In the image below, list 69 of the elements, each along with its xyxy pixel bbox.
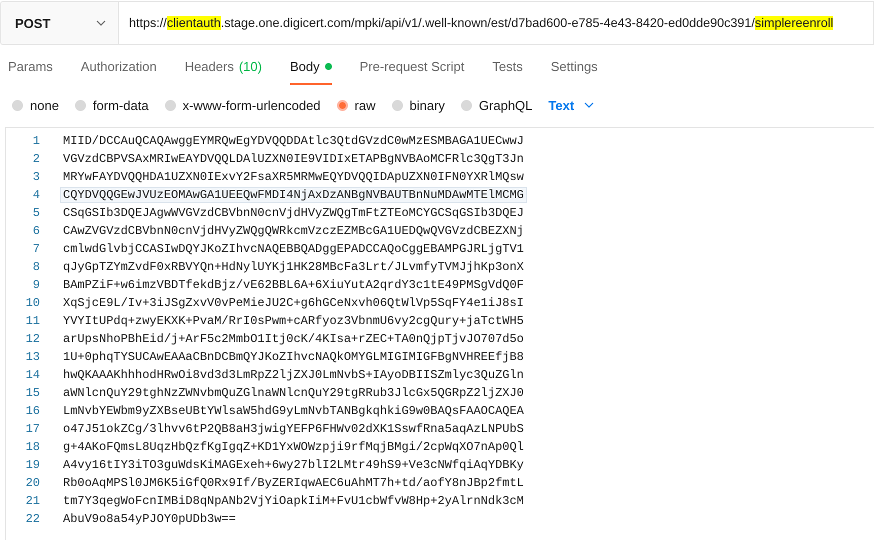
- radio-label[interactable]: none: [30, 98, 59, 112]
- line-number: 1: [32, 134, 41, 148]
- line-number: 8: [32, 260, 41, 274]
- line-number: 6: [32, 224, 41, 238]
- code-line: qJyGpTZYmZvdF0xRBVYQn+HdNylUYKj1HK28MBcFa3Lrt/JLvmfyTVMJjhKp3onX: [62, 260, 525, 274]
- code-line: YVYItUPdq+zwyEKXK+PvaM/RrI0sPwm+cARfyoz3VbnmU6vy2cgQury+jaTctWH5: [62, 314, 525, 328]
- code-line: hwQKAAAKhhhodHRwOi8vd3d3LmRpZ2ljZXJ0LmNvbS+IAyoDBIISZmlyc3QuZGln: [62, 368, 525, 382]
- line-number: 7: [32, 242, 41, 256]
- line-number: 10: [24, 296, 41, 310]
- code-line: g+4AKoFQmsL8UqzHbQzfKgIgqZ+KD1YxWOWzpji9rfMqjBMgi/2cpWqXO7nAp0Ql: [62, 440, 525, 454]
- radio-button[interactable]: [12, 100, 23, 110]
- line-number: 22: [24, 512, 41, 526]
- format-dropdown[interactable]: Text: [548, 98, 594, 112]
- radio-label[interactable]: raw: [354, 98, 376, 112]
- line-number: 9: [32, 278, 41, 292]
- line-number: 17: [24, 422, 41, 436]
- code-line: CSqGSIb3DQEJAgwWVGVzdCBVbnN0cnVjdHVyZWQgTmFtZTEoMCYGCSqGSIb3DQEJ: [62, 206, 525, 220]
- url-field[interactable]: https://clientauth.stage.one.digicert.com/mpki/api/v1/.well-known/est/d7bad600-e785-4e43-8420-ed0dde90c391/simplereenroll: [118, 1, 874, 45]
- line-number: 2: [32, 152, 41, 166]
- radio-label[interactable]: binary: [410, 98, 445, 112]
- radio-button[interactable]: [392, 100, 402, 110]
- code-line: o47J51okZCg/3lhvv6tP2QB8aH3jwigYEFP6FHWv02dXK1SswfRna5aqAzLNPUbS: [62, 422, 525, 436]
- radio-button[interactable]: [336, 100, 348, 110]
- code-line: AbuV9o8a54yPJOY0pUDb3w==: [62, 512, 237, 526]
- caret-icon: [584, 102, 594, 108]
- line-number: 15: [24, 386, 41, 400]
- request-tab[interactable]: Tests: [492, 57, 523, 85]
- line-number: 11: [24, 314, 41, 328]
- code-line: MRYwFAYDVQQHDA1UZXN0IExvY2FsaXR5MRMwEQYDVQQIDApUZXN0IFN0YXRlMQsw: [62, 170, 525, 184]
- code-line: CAwZVGVzdCBVbnN0cnVjdHVyZWQgQWRkcmVzczEZMBcGA1UEDQwQVGVzdCBEZXNj: [62, 224, 525, 238]
- line-number: 3: [32, 170, 41, 184]
- line-number: 16: [24, 404, 41, 418]
- request-tab[interactable]: Pre-request Script: [360, 57, 464, 85]
- line-number: 19: [24, 458, 41, 472]
- line-number: 20: [24, 476, 41, 490]
- line-number: 13: [24, 350, 41, 364]
- line-number: 21: [24, 494, 41, 508]
- request-tab[interactable]: Settings: [550, 57, 598, 85]
- radio-label[interactable]: GraphQL: [478, 98, 532, 112]
- code-line: tm7Y3qegWoFcnIMBiD8qNpANb2VjYiOapkIiM+FvU1cbWfvW8Hp+2yAlrnNdk3cM: [62, 494, 525, 508]
- line-number: 4: [32, 188, 41, 202]
- code-line: XqSjcE9L/Iv+3iJSgZxvV0vPeMieJU2C+g6hGCeNxvh06QtWlVp5SqFY4e1iJ8sI: [62, 296, 525, 310]
- code-line: BAmPZiF+w6imzVBDTfekdBjz/vE62BBL6A+6XiuYutA2qrdY3c1tE49PMSgVdQ0F: [62, 278, 525, 292]
- code-line: cmlwdGlvbjCCASIwDQYJKoZIhvcNAQEBBQADggEPADCCAQoCggEBAMPGJRLjgTV1: [62, 242, 525, 256]
- radio-label[interactable]: x-www-form-urlencoded: [182, 98, 321, 112]
- method-dropdown[interactable]: POST: [0, 1, 118, 45]
- code-editor[interactable]: [5, 127, 874, 540]
- request-tab[interactable]: Params: [8, 57, 53, 85]
- line-number: 12: [24, 332, 41, 346]
- code-line: A4vy16tIY3iTO3guWdsKiMAGExeh+6wy27blI2LMtr49hS9+Ve3cNWfqiAqYDBKy: [62, 458, 525, 472]
- radio-button[interactable]: [460, 100, 472, 110]
- code-line: aWNlcnQuY29tghNzZWNvbmQuZGlnaWNlcnQuY29tgRRub3JlcGx5QGRpZ2ljZXJ0: [62, 386, 525, 400]
- radio-button[interactable]: [74, 100, 86, 110]
- code-line: Rb0oAqMPSl0JM6K5iGfQ0Rx9If/ByZERIqwAEC6uAhMT7h+td/aofY8nJBp2fmtL: [62, 476, 525, 490]
- line-number: 5: [32, 206, 41, 220]
- code-line: arUpsNhoPBhEid/j+ArF5c2MmbO1Itj0cK/4KIsa+rZEC+TA0nQjpTjvJO707d5o: [62, 332, 525, 346]
- line-number: 18: [24, 440, 41, 454]
- radio-button[interactable]: [164, 100, 176, 110]
- line-number: 14: [24, 368, 41, 382]
- radio-label[interactable]: form-data: [92, 98, 149, 112]
- caret-icon: [96, 20, 106, 26]
- code-line: MIID/DCCAuQCAQAwggEYMRQwEgYDVQQDDAtlc3QtdGVzdC0wMzESMBAGA1UECwwJ: [62, 134, 525, 148]
- request-tab[interactable]: Authorization: [80, 57, 157, 85]
- code-line: LmNvbYEWbm9yZXBseUBtYWlsaW5hdG9yLmNvbTANBgkqhkiG9w0BAQsFAAOCAQEA: [62, 404, 525, 418]
- code-line: VGVzdCBPVSAxMRIwEAYDVQQLDAlUZXN0IE9VIDIxETAPBgNVBAoMCFRlc3QgT3Jn: [62, 152, 525, 166]
- request-tab[interactable]: Body: [290, 57, 332, 85]
- request-tab[interactable]: Headers (10): [184, 57, 262, 85]
- code-line: 1U+0phqTYSUCAwEAAaCBnDCBmQYJKoZIhvcNAQkOMYGLMIGIMIGFBgNVHREEfjB8: [62, 350, 525, 364]
- status-dot-icon: [324, 62, 332, 70]
